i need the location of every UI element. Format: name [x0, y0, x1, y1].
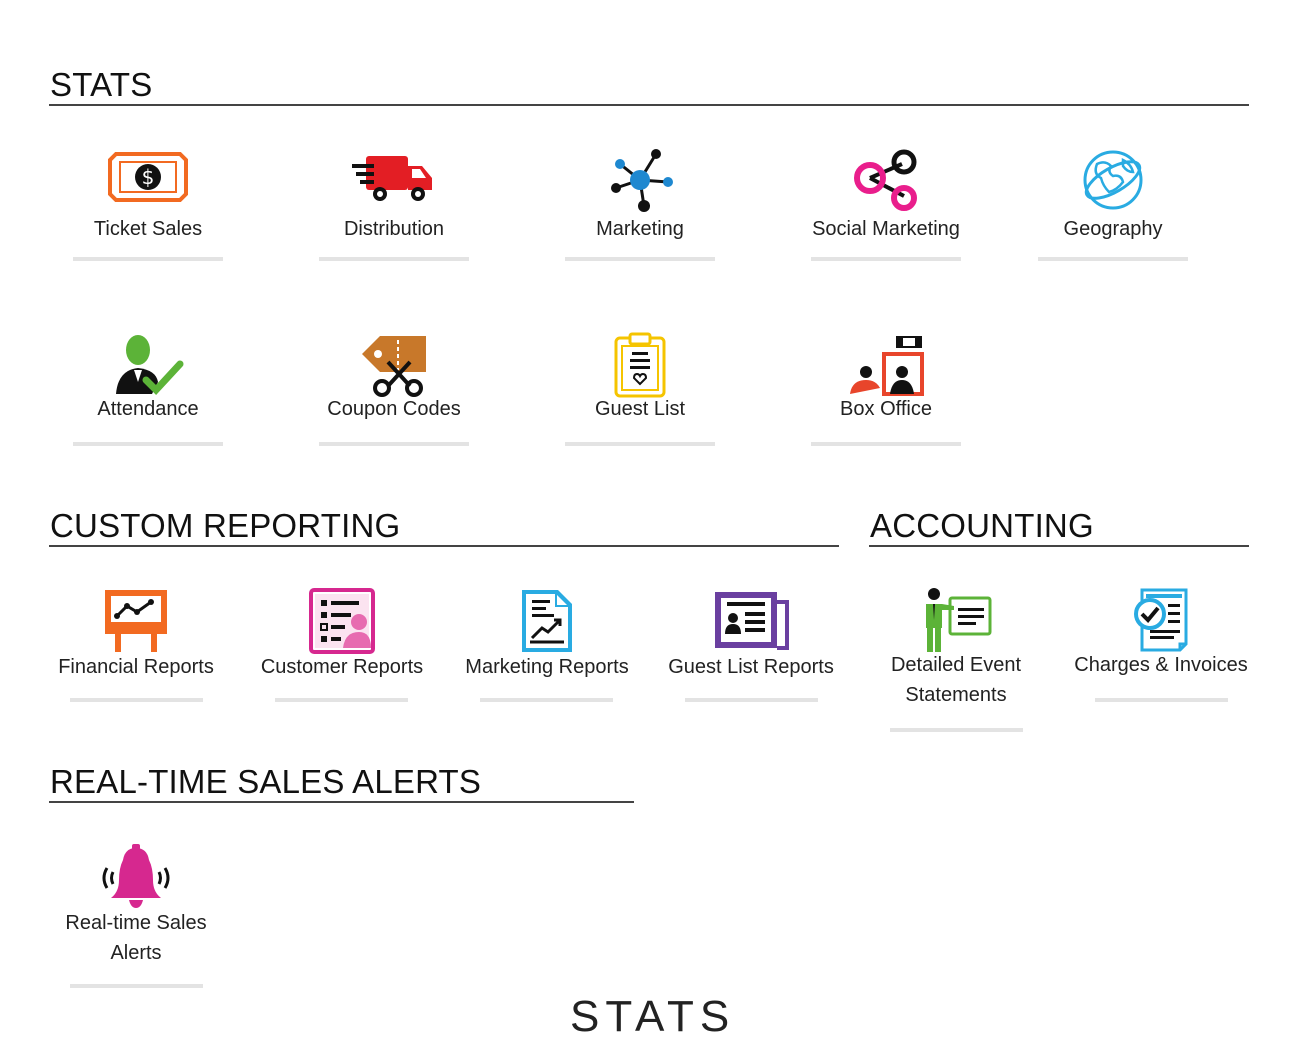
tile-underline — [890, 728, 1023, 732]
tile-underline — [1038, 257, 1188, 261]
tile-underline — [565, 257, 715, 261]
tile-underline — [319, 442, 469, 446]
partial-section-title: STATS — [570, 992, 736, 1041]
tile-underline — [811, 442, 961, 446]
tile-underline — [275, 698, 408, 702]
tile-underline — [685, 698, 818, 702]
tile-underline — [73, 442, 223, 446]
box-office-icon — [850, 336, 924, 396]
tile-label: Marketing — [596, 218, 684, 240]
presenter-board-icon — [926, 588, 992, 652]
tile-label: Charges & Invoices — [1074, 654, 1248, 676]
tile-customer-reports[interactable]: Customer Reports — [257, 588, 427, 704]
tile-underline — [319, 257, 469, 261]
tile-coupon-codes[interactable]: Coupon Codes — [319, 332, 469, 447]
dollar-bill-icon: $ — [108, 152, 188, 202]
tile-underline — [480, 698, 613, 702]
tile-underline — [70, 698, 203, 702]
tile-guest-list[interactable]: Guest List — [565, 332, 715, 447]
svg-text:$: $ — [142, 165, 155, 189]
clipboard-icon — [614, 332, 666, 398]
tile-realtime-sales-alerts[interactable]: Real-time Sales Alerts — [53, 844, 219, 990]
section-title-stats: STATS — [49, 66, 1249, 106]
tile-label-line1: Real-time Sales — [65, 912, 207, 934]
tile-distribution[interactable]: Distribution — [319, 150, 469, 262]
tile-underline — [811, 257, 961, 261]
document-chart-icon — [522, 590, 572, 652]
tile-label: Attendance — [97, 398, 199, 420]
tile-label: Ticket Sales — [93, 218, 203, 240]
globe-icon — [1083, 150, 1143, 210]
tile-charges-invoices[interactable]: Charges & Invoices — [1073, 586, 1249, 704]
tile-attendance[interactable]: Attendance — [73, 332, 223, 447]
tile-label-line2: Alerts — [110, 942, 162, 964]
tile-box-office[interactable]: Box Office — [811, 332, 961, 447]
tile-marketing[interactable]: Marketing — [565, 146, 715, 262]
tile-guest-list-reports[interactable]: Guest List Reports — [666, 588, 836, 704]
tile-label-line1: Detailed Event — [890, 654, 1022, 676]
tile-underline — [1095, 698, 1228, 702]
tile-label: Box Office — [840, 398, 932, 420]
section-title-realtime-alerts: REAL-TIME SALES ALERTS — [49, 763, 634, 803]
share-circles-icon — [854, 149, 917, 211]
ringing-bell-icon — [102, 844, 170, 908]
tile-detailed-event-statements[interactable]: Detailed Event Statements — [873, 586, 1039, 734]
tile-geography[interactable]: Geography — [1038, 146, 1188, 262]
newspaper-icon — [715, 592, 789, 650]
tile-financial-reports[interactable]: Financial Reports — [53, 588, 219, 704]
tile-underline — [70, 984, 203, 988]
tile-ticket-sales[interactable]: $ Ticket Sales — [73, 150, 223, 262]
tile-label: Guest List — [594, 398, 686, 420]
tile-underline — [73, 257, 223, 261]
tile-label: Financial Reports — [58, 656, 214, 678]
tile-marketing-reports[interactable]: Marketing Reports — [461, 588, 633, 704]
tile-label: Coupon Codes — [327, 398, 461, 420]
person-check-icon — [116, 335, 184, 396]
coupon-scissors-icon — [362, 336, 426, 397]
tile-label: Guest List Reports — [668, 656, 834, 678]
section-title-custom-reporting: CUSTOM REPORTING — [49, 507, 839, 547]
tile-underline — [565, 442, 715, 446]
tile-label: Customer Reports — [260, 656, 424, 678]
customer-list-icon — [309, 588, 375, 654]
easel-chart-icon — [105, 590, 167, 652]
network-nodes-icon — [611, 149, 673, 212]
invoice-check-icon — [1134, 588, 1188, 652]
tile-label: Social Marketing — [812, 218, 960, 240]
tile-label: Distribution — [343, 218, 445, 240]
section-title-accounting: ACCOUNTING — [869, 507, 1249, 547]
tile-label-line2: Statements — [905, 684, 1007, 706]
delivery-truck-icon — [352, 156, 432, 201]
tile-label: Geography — [1063, 218, 1163, 240]
tile-label: Marketing Reports — [465, 656, 629, 678]
tile-social-marketing[interactable]: Social Marketing — [806, 146, 966, 262]
